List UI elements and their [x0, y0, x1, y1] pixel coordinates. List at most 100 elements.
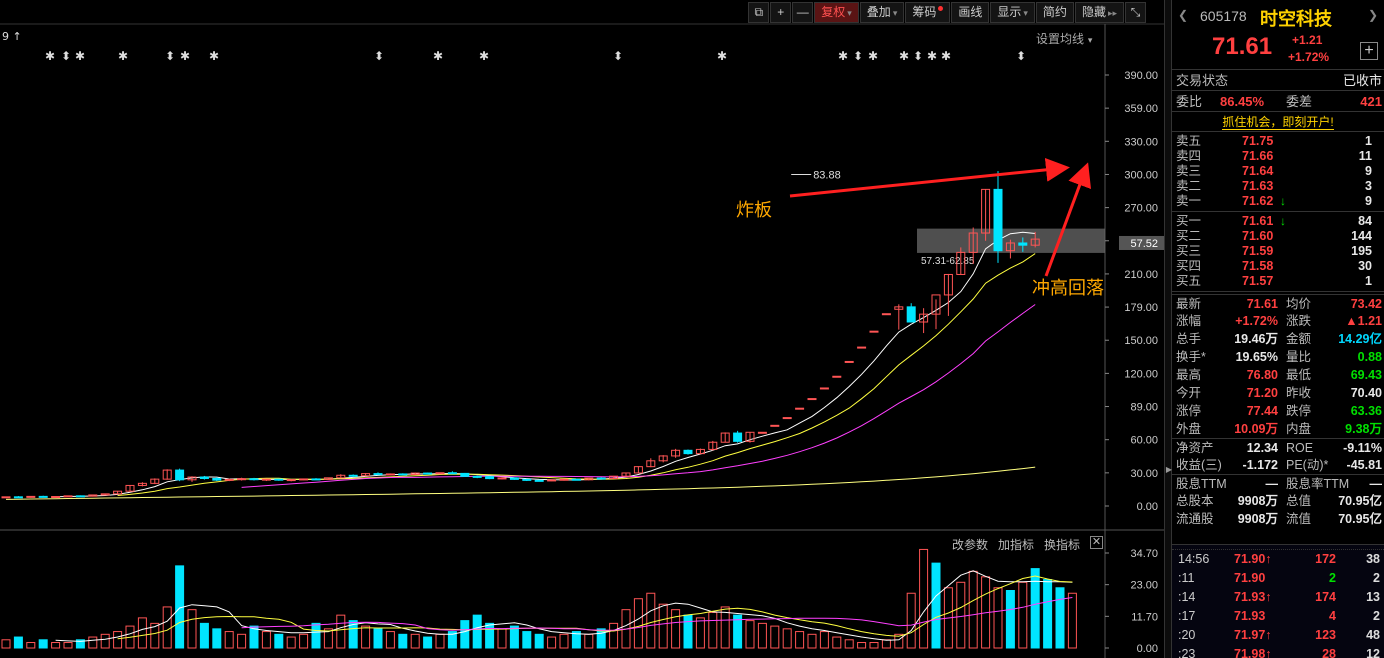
tick-count: 2: [1373, 571, 1380, 585]
volume-bar: [919, 548, 929, 649]
bid-volume: 84: [1358, 214, 1372, 228]
candle-body: [807, 398, 817, 401]
volume-bar: [311, 622, 321, 649]
tick-row[interactable]: :20 71.97↑ 123 48: [1172, 626, 1384, 645]
ask-price: 71.62: [1242, 194, 1274, 208]
volume-bar: [137, 617, 147, 649]
volume-bar: [385, 631, 395, 649]
ask-row[interactable]: 卖四 71.66 11: [1172, 149, 1384, 164]
bid-level-label: 买五: [1176, 274, 1202, 288]
stat-label: PE(动)*: [1286, 458, 1329, 472]
volume-bar: [373, 628, 383, 649]
volume-bar: [51, 642, 61, 649]
close-icon[interactable]: ✕: [1090, 536, 1103, 549]
bid-row[interactable]: 买五 71.57 1: [1172, 274, 1384, 289]
ask-row[interactable]: 卖二 71.63 3: [1172, 179, 1384, 194]
restore-icon[interactable]: ⧉: [748, 2, 770, 23]
bid-row[interactable]: 买一 71.61 ↓ 84: [1172, 214, 1384, 229]
vol-tick-label: 0.00: [1137, 643, 1158, 655]
stat-label: 金额: [1286, 332, 1312, 346]
candle-body: [522, 478, 532, 481]
candle-body: [571, 478, 581, 481]
tick-list[interactable]: 14:56 71.90↑ 172 38:11 71.90 2 2:14 71.93↑ 174 13…: [1172, 544, 1384, 658]
switch-indicator-button[interactable]: 换指标: [1044, 536, 1080, 553]
volume-bar: [770, 625, 780, 649]
tick-price: 71.93↑: [1234, 588, 1272, 607]
chevron-left-icon[interactable]: ❮: [1178, 8, 1188, 22]
hide-button[interactable]: 隐藏 ▸▸: [1074, 2, 1124, 23]
volume-bar: [423, 636, 433, 649]
bid-level-label: 买一: [1176, 214, 1202, 228]
stat-label: ROE: [1286, 441, 1314, 455]
minus-icon[interactable]: —: [792, 2, 814, 23]
candle-body: [559, 478, 569, 481]
ask-row[interactable]: 卖一 71.62 ↓ 9: [1172, 194, 1384, 209]
stat-label: 流值: [1286, 512, 1312, 526]
kline-chart-svg[interactable]: 390.00359.00330.00300.00270.00240.00210.…: [0, 0, 1164, 658]
event-marker-icon: ✱: [717, 49, 727, 63]
volume-bar: [187, 609, 197, 649]
volume-bar: [212, 628, 222, 649]
ask-row[interactable]: 卖三 71.64 9: [1172, 164, 1384, 179]
candle-body: [348, 474, 358, 477]
sidebar-collapse-handle[interactable]: ▶: [1164, 0, 1172, 658]
event-marker-icon: ✱: [209, 49, 219, 63]
candle-body: [844, 360, 854, 363]
stat-value: —: [1265, 477, 1279, 491]
bid-row[interactable]: 买三 71.59 195: [1172, 244, 1384, 259]
plus-icon[interactable]: +: [770, 2, 792, 23]
tick-volume: 174: [1315, 590, 1336, 604]
stat-row: 外盘 10.09万 内盘 9.38万: [1172, 420, 1384, 438]
chevron-down-icon: ▾: [847, 8, 852, 18]
tick-time: :14: [1178, 590, 1196, 604]
volume-bar: [745, 620, 755, 649]
volume-bar: [695, 617, 705, 649]
tick-price: 71.98↑: [1234, 645, 1272, 658]
weibi-value: 86.45%: [1220, 94, 1265, 109]
y-axis-ticks: 390.00359.00330.00300.00270.00240.00210.…: [1105, 70, 1158, 513]
volume-bar: [88, 636, 98, 649]
open-account-text: 抓住机会，即刻开户!: [1222, 115, 1334, 130]
overlay-button[interactable]: 叠加 ▾: [859, 2, 905, 23]
chips-button[interactable]: 筹码: [905, 2, 951, 23]
ask-level-label: 卖四: [1176, 149, 1202, 163]
tick-row[interactable]: 14:56 71.90↑ 172 38: [1172, 550, 1384, 569]
stat-value: 73.42: [1350, 297, 1382, 311]
add-watchlist-icon[interactable]: +: [1360, 42, 1378, 60]
stat-row: 今开 71.20 昨收 70.40: [1172, 384, 1384, 402]
kline-chart-area[interactable]: 390.00359.00330.00300.00270.00240.00210.…: [0, 0, 1164, 658]
candle-body: [509, 477, 519, 480]
event-marker-icon: ✱: [433, 49, 443, 63]
change-params-button[interactable]: 改参数: [952, 536, 988, 553]
open-account-link[interactable]: 抓住机会，即刻开户!: [1172, 112, 1384, 132]
set-ma-button[interactable]: 设置均线 ▾: [1036, 30, 1092, 47]
bid-row[interactable]: 买二 71.60 144: [1172, 229, 1384, 244]
volume-bar: [782, 628, 792, 649]
simple-button[interactable]: 简约: [1035, 2, 1074, 23]
chevron-right-icon[interactable]: ❯: [1368, 8, 1378, 22]
tick-row[interactable]: :14 71.93↑ 174 13: [1172, 588, 1384, 607]
bid-volume: 1: [1365, 274, 1372, 288]
candle-body: [1, 496, 11, 499]
bid-level-label: 买三: [1176, 244, 1202, 258]
draw-line-button[interactable]: 画线: [951, 2, 990, 23]
stat-label: 净资产: [1176, 441, 1214, 455]
fuquan-button[interactable]: 复权 ▾: [814, 2, 859, 23]
candle-body: [175, 469, 185, 481]
stat-value: 70.40: [1350, 386, 1382, 400]
display-button[interactable]: 显示 ▾: [990, 2, 1035, 23]
tick-row[interactable]: :23 71.98↑ 28 12: [1172, 645, 1384, 658]
last-price: 71.61: [1212, 33, 1273, 60]
bid-price: 71.59: [1242, 244, 1274, 258]
shrink-icon[interactable]: ⤡: [1125, 2, 1146, 23]
add-indicator-button[interactable]: 加指标: [998, 536, 1034, 553]
y-tick-label: 0.00: [1137, 501, 1158, 513]
ask-row[interactable]: 卖五 71.75 1: [1172, 134, 1384, 149]
candle-body: [38, 495, 48, 498]
stat-row: 净资产 12.34 ROE -9.11%: [1172, 438, 1384, 456]
bid-row[interactable]: 买四 71.58 30: [1172, 259, 1384, 274]
volume-bar: [1, 639, 11, 649]
ask-level-label: 卖一: [1176, 194, 1202, 208]
tick-row[interactable]: :17 71.93 4 2: [1172, 607, 1384, 626]
tick-row[interactable]: :11 71.90 2 2: [1172, 569, 1384, 588]
